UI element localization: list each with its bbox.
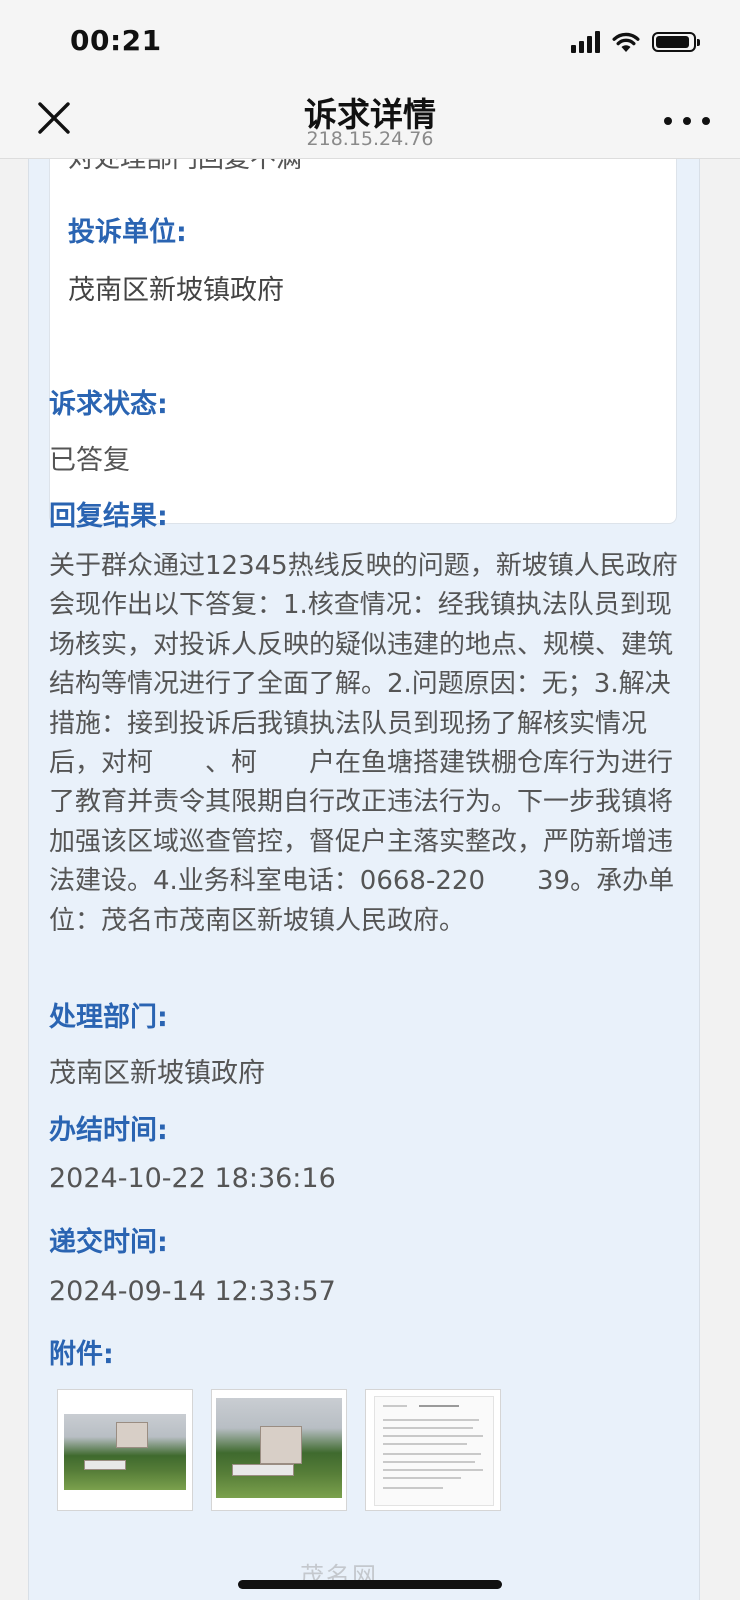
home-indicator[interactable] bbox=[238, 1580, 502, 1589]
photo-image bbox=[64, 1414, 186, 1490]
photo-image bbox=[216, 1398, 342, 1498]
nav-bar: 诉求详情 218.15.24.76 bbox=[0, 84, 740, 159]
complaint-type-text: 对处理部门回复不满 bbox=[68, 159, 303, 174]
reply-text: 关于群众通过12345热线反映的问题，新坡镇人民政府会现作出以下答复：1.核查情… bbox=[49, 551, 678, 936]
attachment-document[interactable] bbox=[365, 1389, 501, 1511]
document-preview bbox=[374, 1396, 494, 1506]
complaint-unit-value: 茂南区新坡镇政府 bbox=[68, 275, 284, 306]
status-bar: 00:21 bbox=[0, 0, 740, 84]
complaint-card: 对处理部门回复不满 投诉单位: 茂南区新坡镇政府 bbox=[49, 159, 677, 524]
reply-label: 回复结果: bbox=[49, 501, 168, 532]
submitted-time-value: 2024-09-14 12:33:57 bbox=[49, 1276, 336, 1307]
complaint-unit-label: 投诉单位: bbox=[68, 217, 187, 248]
attachment-photo-1[interactable] bbox=[57, 1389, 193, 1511]
closed-time-value: 2024-10-22 18:36:16 bbox=[49, 1163, 336, 1194]
detail-content[interactable]: 对处理部门回复不满 投诉单位: 茂南区新坡镇政府 诉求状态: 已答复 回复结果:… bbox=[28, 159, 700, 1600]
more-icon[interactable] bbox=[664, 106, 710, 136]
status-time: 00:21 bbox=[70, 24, 162, 57]
attachment-list bbox=[57, 1389, 501, 1511]
submitted-time-label: 递交时间: bbox=[49, 1227, 168, 1258]
dept-label: 处理部门: bbox=[49, 1002, 168, 1033]
page-subtitle-ip: 218.15.24.76 bbox=[306, 128, 434, 150]
cellular-signal-icon bbox=[571, 31, 600, 53]
status-value: 已答复 bbox=[49, 445, 130, 476]
wifi-icon bbox=[612, 32, 640, 52]
attachment-photo-2[interactable] bbox=[211, 1389, 347, 1511]
attachments-label: 附件: bbox=[49, 1339, 114, 1370]
status-label: 诉求状态: bbox=[49, 389, 168, 420]
dept-value: 茂南区新坡镇政府 bbox=[49, 1058, 265, 1089]
status-icons bbox=[571, 28, 700, 56]
battery-icon bbox=[652, 32, 700, 52]
battery-level bbox=[656, 36, 689, 48]
closed-time-label: 办结时间: bbox=[49, 1115, 168, 1146]
